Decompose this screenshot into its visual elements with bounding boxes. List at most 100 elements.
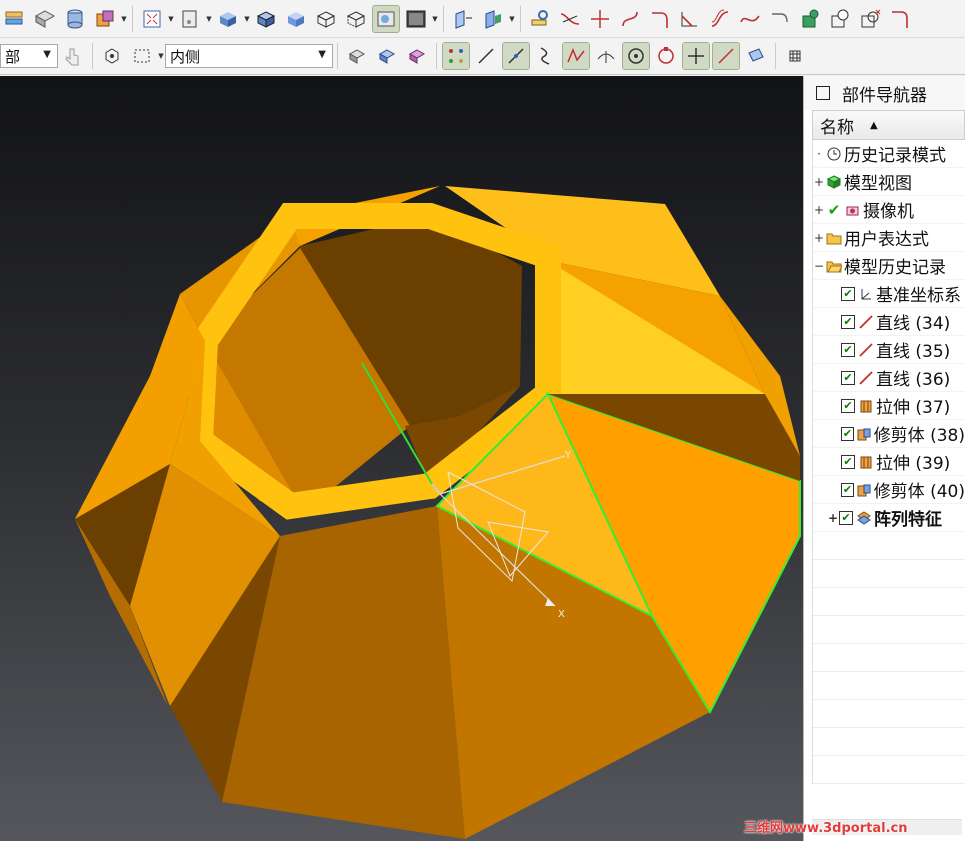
visibility-checkbox[interactable]: ✔ — [841, 454, 855, 469]
fit-view-icon[interactable] — [139, 6, 165, 32]
fillet-curve-icon[interactable] — [647, 6, 673, 32]
dropdown-arrow-icon[interactable]: ▼ — [431, 6, 439, 32]
measure-icon[interactable] — [527, 6, 553, 32]
snap-midpoint-icon[interactable] — [502, 42, 530, 70]
shaded-edges-icon[interactable] — [253, 6, 279, 32]
clip-section-icon[interactable] — [480, 6, 506, 32]
visibility-checkbox[interactable]: ✔ — [841, 398, 855, 413]
checkmark-icon: ✔ — [827, 200, 841, 219]
tree-item-model-history[interactable]: − 模型历史记录 — [813, 252, 965, 280]
tree-item-cameras[interactable]: + ✔ 摄像机 — [813, 196, 965, 224]
visibility-checkbox[interactable]: ✔ — [841, 342, 855, 357]
visibility-checkbox[interactable]: ✔ — [841, 286, 855, 301]
tree-item-model-views[interactable]: + 模型视图 — [813, 168, 965, 196]
select-all-icon[interactable] — [99, 43, 125, 69]
unite-icon[interactable] — [887, 6, 913, 32]
tree-item-pattern-feature[interactable]: + ✔ 阵列特征 — [813, 504, 965, 532]
spline-icon[interactable] — [737, 6, 763, 32]
wireframe-icon[interactable] — [313, 6, 339, 32]
visibility-checkbox[interactable]: ✔ — [841, 426, 855, 441]
tree-item-extrude-39[interactable]: ✔ 拉伸 (39) — [813, 448, 965, 476]
snap-on-face-icon[interactable] — [743, 43, 769, 69]
column-header[interactable]: 名称 ▲ — [812, 110, 965, 140]
navigator-checkbox-icon[interactable] — [816, 86, 830, 100]
orient-view-icon[interactable] — [32, 6, 58, 32]
tree-line-icon: · — [817, 146, 821, 161]
expand-plus-icon[interactable]: + — [827, 511, 839, 525]
pointer-hand-icon[interactable] — [60, 43, 86, 69]
expand-plus-icon[interactable]: + — [813, 203, 825, 217]
graphics-viewport[interactable]: X Y — [0, 76, 803, 841]
background-icon[interactable] — [403, 6, 429, 32]
offset-curve-icon[interactable] — [707, 6, 733, 32]
filter-select[interactable]: 部 ▼ — [0, 44, 58, 68]
line-icon — [857, 369, 875, 387]
snap-control-icon[interactable] — [533, 43, 559, 69]
sort-ascending-icon[interactable]: ▲ — [870, 120, 878, 131]
extrude-icon — [857, 453, 875, 471]
tree-item-line-34[interactable]: ✔ 直线 (34) — [813, 308, 965, 336]
section-icon[interactable] — [450, 6, 476, 32]
empty-row — [813, 672, 965, 700]
visibility-checkbox[interactable]: ✔ — [841, 314, 855, 329]
rectangle-select-icon[interactable] — [129, 43, 155, 69]
axis-x-label: X — [558, 609, 565, 620]
tree-item-user-expressions[interactable]: + 用户表达式 — [813, 224, 965, 252]
snap-quadrant-icon[interactable] — [653, 43, 679, 69]
visibility-checkbox[interactable]: ✔ — [839, 510, 853, 525]
tree-item-trim-body-40[interactable]: ✔ 修剪体 (40) — [813, 476, 965, 504]
snap-intersection-icon[interactable] — [562, 42, 590, 70]
snap-center-icon[interactable] — [593, 43, 619, 69]
trim-body-icon — [856, 425, 873, 443]
visibility-checkbox[interactable]: ✔ — [841, 482, 855, 497]
snap-point-icon[interactable] — [442, 42, 470, 70]
expand-plus-icon[interactable]: + — [813, 175, 825, 189]
tree-item-line-35[interactable]: ✔ 直线 (35) — [813, 336, 965, 364]
tree-item-line-36[interactable]: ✔ 直线 (36) — [813, 364, 965, 392]
sheet-icon[interactable] — [177, 6, 203, 32]
tree-item-extrude-37[interactable]: ✔ 拉伸 (37) — [813, 392, 965, 420]
empty-row — [813, 728, 965, 756]
snap-body-icon[interactable] — [404, 43, 430, 69]
dropdown-arrow-icon[interactable]: ▼ — [243, 6, 251, 32]
snap-solid-icon[interactable] — [344, 43, 370, 69]
snap-arc-center-icon[interactable] — [622, 42, 650, 70]
body-shape-icon[interactable] — [797, 6, 823, 32]
filter-select-value: 部 — [5, 47, 21, 66]
dropdown-arrow-icon[interactable]: ▼ — [205, 6, 213, 32]
dropdown-arrow-icon[interactable]: ▼ — [167, 6, 175, 32]
model-view-icon — [825, 173, 843, 191]
view-layers-icon[interactable] — [2, 6, 28, 32]
datum-csys-icon — [857, 285, 875, 303]
chamfer-curve-icon[interactable] — [677, 6, 703, 32]
cylinder-icon[interactable] — [62, 6, 88, 32]
folder-icon — [825, 229, 843, 247]
intersect-icon[interactable] — [857, 6, 883, 32]
tree-item-datum-csys[interactable]: ✔ 基准坐标系 — [813, 280, 965, 308]
shaded-icon[interactable] — [215, 6, 241, 32]
trim-curve-icon[interactable] — [557, 6, 583, 32]
snap-endpoint-icon[interactable] — [473, 43, 499, 69]
snap-existing-point-icon[interactable] — [682, 42, 710, 70]
extend-curve-icon[interactable] — [587, 6, 613, 32]
expand-plus-icon[interactable]: + — [813, 231, 825, 245]
dropdown-arrow-icon[interactable]: ▼ — [120, 6, 128, 32]
dropdown-arrow-icon[interactable]: ▼ — [508, 6, 516, 32]
tree-item-history-mode[interactable]: · 历史记录模式 — [813, 140, 965, 168]
snap-on-curve-icon[interactable] — [712, 42, 740, 70]
grid-icon[interactable] — [782, 43, 808, 69]
dropdown-arrow-icon[interactable]: ▼ — [157, 43, 165, 69]
visibility-checkbox[interactable]: ✔ — [841, 370, 855, 385]
location-select[interactable]: 内侧 ▼ — [165, 44, 333, 68]
tree-item-trim-body-38[interactable]: ✔ 修剪体 (38) — [813, 420, 965, 448]
subtract-icon[interactable] — [827, 6, 853, 32]
hidden-wireframe-icon[interactable] — [343, 6, 369, 32]
shaded-solid-icon[interactable] — [283, 6, 309, 32]
studio-view-icon[interactable] — [372, 4, 400, 33]
arc-curve-icon[interactable] — [767, 6, 793, 32]
collapse-minus-icon[interactable]: − — [813, 259, 825, 273]
polygon-ring-model[interactable] — [75, 186, 801, 839]
snap-face-icon[interactable] — [374, 43, 400, 69]
box-color-icon[interactable] — [92, 6, 118, 32]
bridge-curve-icon[interactable] — [617, 6, 643, 32]
